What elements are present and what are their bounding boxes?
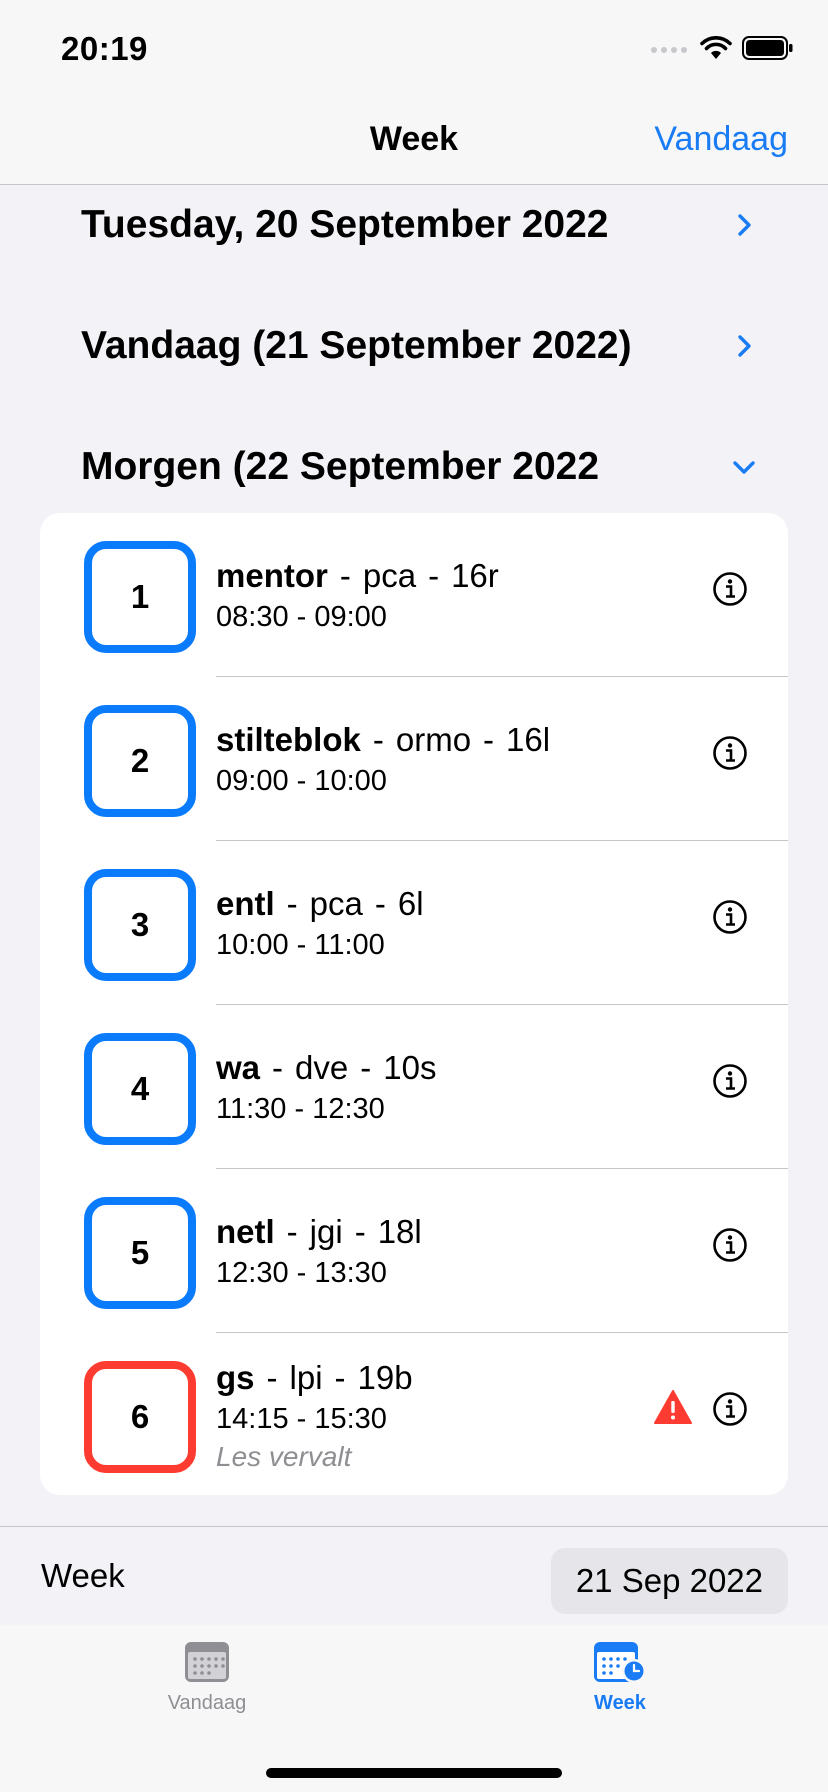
lessons-card: 1 mentor - pca -16r 08:30 - 09:00 2 stilteb… <box>40 513 788 1495</box>
separator: - <box>372 721 384 758</box>
info-icon[interactable] <box>712 571 748 607</box>
lesson-time: 08:30 - 09:00 <box>216 601 387 633</box>
day-row-today[interactable]: Vandaag (21 September 2022) <box>81 316 758 376</box>
lesson-number-badge: 5 <box>84 1197 196 1309</box>
chevron-right-icon <box>738 214 751 236</box>
lesson-room: 10s <box>383 1049 437 1086</box>
home-indicator <box>266 1768 562 1778</box>
lesson-subject: entl <box>216 885 275 922</box>
cellular-signal-icon <box>651 47 687 53</box>
lesson-time: 12:30 - 13:30 <box>216 1257 387 1289</box>
lesson-teacher: ormo <box>395 721 472 758</box>
week-picker-label: Week <box>41 1557 125 1594</box>
status-time: 20:19 <box>61 30 148 67</box>
day-title: Vandaag (21 September 2022) <box>81 324 632 367</box>
lesson-room: 16l <box>506 721 551 758</box>
separator: - <box>286 1213 298 1250</box>
warning-icon <box>654 1390 692 1424</box>
lesson-time: 10:00 - 11:00 <box>216 929 385 961</box>
status-icons <box>650 36 794 60</box>
info-icon[interactable] <box>712 735 748 771</box>
battery-icon <box>742 36 793 60</box>
lesson-row-cancelled[interactable]: 6 gs - lpi -19b 14:15 - 15:30 Les vervalt <box>40 1333 788 1495</box>
lesson-summary: mentor - pca -16r <box>216 557 499 595</box>
day-row-tomorrow[interactable]: Morgen (22 September 2022 <box>81 437 758 497</box>
chevron-right-icon <box>738 335 751 357</box>
lesson-teacher: dve <box>295 1049 349 1086</box>
lesson-subject: gs <box>216 1359 255 1396</box>
lesson-summary: stilteblok - ormo -16l <box>216 721 550 759</box>
tab-label: Week <box>594 1692 646 1714</box>
lesson-summary: gs - lpi -19b <box>216 1359 413 1397</box>
tab-label: Vandaag <box>167 1692 247 1714</box>
day-row-tuesday[interactable]: Tuesday, 20 September 2022 <box>81 195 758 255</box>
info-icon[interactable] <box>712 1391 748 1427</box>
lesson-time: 14:15 - 15:30 <box>216 1403 387 1435</box>
today-button[interactable]: Vandaag <box>654 120 788 159</box>
lesson-time: 09:00 - 10:00 <box>216 765 387 797</box>
lesson-cancelled-note: Les vervalt <box>216 1441 352 1472</box>
separator: - <box>334 1359 346 1396</box>
status-bar: 20:19 <box>0 0 828 96</box>
lesson-row[interactable]: 3 entl - pca -6l 10:00 - 11:00 <box>40 841 788 1005</box>
lesson-subject: mentor <box>216 557 328 594</box>
lesson-room: 18l <box>377 1213 422 1250</box>
lesson-subject: wa <box>216 1049 261 1086</box>
chevron-down-icon <box>733 461 755 474</box>
tab-vandaag[interactable]: Vandaag <box>107 1640 307 1715</box>
lesson-row[interactable]: 2 stilteblok - ormo -16l 09:00 - 10:00 <box>40 677 788 841</box>
tab-week[interactable]: Week <box>520 1640 720 1715</box>
lesson-subject: netl <box>216 1213 275 1250</box>
lesson-time: 11:30 - 12:30 <box>216 1093 385 1125</box>
lesson-summary: netl - jgi -18l <box>216 1213 422 1251</box>
separator: - <box>272 1049 284 1086</box>
day-title: Tuesday, 20 September 2022 <box>81 203 609 246</box>
lesson-row[interactable]: 1 mentor - pca -16r 08:30 - 09:00 <box>40 513 788 677</box>
lesson-number-badge: 3 <box>84 869 196 981</box>
calendar-icon <box>185 1642 229 1682</box>
lesson-room: 16r <box>451 557 499 594</box>
info-icon[interactable] <box>712 1063 748 1099</box>
lesson-row[interactable]: 4 wa - dve -10s 11:30 - 12:30 <box>40 1005 788 1169</box>
lesson-summary: wa - dve -10s <box>216 1049 436 1087</box>
lesson-teacher: jgi <box>309 1213 343 1250</box>
info-icon[interactable] <box>712 1227 748 1263</box>
separator: - <box>339 557 351 594</box>
separator: - <box>354 1213 366 1250</box>
day-title: Morgen (22 September 2022 <box>81 445 600 488</box>
calendar-clock-icon <box>594 1642 646 1683</box>
separator: - <box>286 885 298 922</box>
separator: - <box>428 557 440 594</box>
separator: - <box>483 721 495 758</box>
lesson-subject: stilteblok <box>216 721 361 758</box>
lesson-teacher: pca <box>309 885 363 922</box>
info-icon[interactable] <box>712 899 748 935</box>
lesson-teacher: pca <box>362 557 417 594</box>
lesson-row[interactable]: 5 netl - jgi -18l 12:30 - 13:30 <box>40 1169 788 1333</box>
separator: - <box>360 1049 372 1086</box>
navigation-bar: Week Vandaag <box>0 96 828 185</box>
lesson-number-badge: 1 <box>84 541 196 653</box>
lesson-room: 19b <box>357 1359 413 1396</box>
lesson-room: 6l <box>397 885 424 922</box>
separator: - <box>266 1359 278 1396</box>
tab-bar: Vandaag Week <box>0 1625 828 1792</box>
lesson-number-badge: 4 <box>84 1033 196 1145</box>
lesson-teacher: lpi <box>289 1359 323 1396</box>
week-date-picker[interactable]: 21 Sep 2022 <box>550 1548 788 1614</box>
separator: - <box>374 885 386 922</box>
lesson-number-badge: 6 <box>84 1361 196 1473</box>
lesson-summary: entl - pca -6l <box>216 885 424 923</box>
week-picker-bar: Week 21 Sep 2022 <box>0 1526 828 1626</box>
wifi-icon <box>700 36 732 59</box>
lesson-number-badge: 2 <box>84 705 196 817</box>
